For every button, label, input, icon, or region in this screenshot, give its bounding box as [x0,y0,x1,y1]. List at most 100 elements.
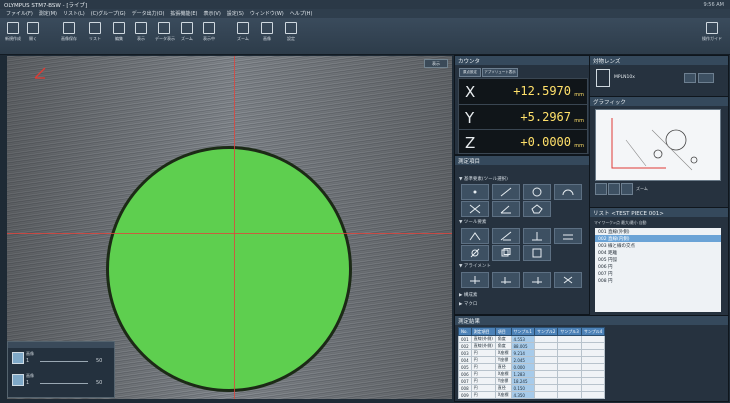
col-sample4[interactable]: サンプル4 [580,327,606,336]
section-reference[interactable]: ▼ 基準要素(ツール選択) [459,176,508,182]
table-row[interactable]: 002 直線(外側) 角度 88.005 [458,342,606,350]
list-item[interactable]: 007 円 [595,270,721,277]
open-button[interactable]: 開く [24,20,42,42]
image-button[interactable]: 画像 [258,20,276,42]
list-item[interactable]: 008 円 [595,277,721,284]
table-row[interactable]: 009 円 X座標 4.350 [458,391,606,399]
view-corner-button[interactable]: 表示 [424,59,448,68]
table-row[interactable]: 004 円 Y座標 2.045 [458,356,606,364]
graphics-canvas[interactable] [595,109,721,181]
perpendicular-tool-button[interactable] [523,228,551,244]
menu-window[interactable]: ウィンドウ(W) [250,10,284,17]
col-sample1[interactable]: サンプル1 [510,327,535,336]
settings-button[interactable]: 設定 [282,20,300,42]
section-tool[interactable]: ▼ ツール要素 [459,219,486,225]
mini-slider[interactable] [40,361,88,362]
menu-view[interactable]: 表示(V) [203,10,220,17]
parallel-tool-button[interactable] [554,228,582,244]
window-title: OLYMPUS STM7-BSW - [ライブ] [4,2,88,9]
arc-tool-button[interactable] [554,184,582,200]
section-macro[interactable]: ▶ マクロ [459,301,477,307]
list-subtitle: マイワーク>点 最大/最小 自動 [594,220,647,225]
origin-set-button[interactable]: 原点設定 [459,68,481,77]
align3-button[interactable] [523,272,551,288]
list-button[interactable]: リスト [86,20,104,42]
point-tool-button[interactable] [461,184,489,200]
table-row[interactable]: 007 円 Y座標 18.245 [458,377,606,385]
intersect-tool-button[interactable] [461,201,489,217]
copy-tool-button[interactable] [492,245,520,261]
menu-help[interactable]: ヘルプ(H) [290,10,313,17]
mini-slider[interactable] [40,383,88,384]
zoom-fit-button[interactable] [595,183,607,195]
copy-icon [501,248,511,257]
list-item-selected[interactable]: 002 直線(内側) [595,235,721,242]
edit-button[interactable]: 編集 [110,20,128,42]
table-row[interactable]: 006 円 X座標 1.283 [458,370,606,378]
col-sample2[interactable]: サンプル2 [533,327,559,336]
menu-file[interactable]: ファイル(F) [6,10,33,17]
new-button[interactable]: 新規作成 [4,20,22,42]
mini-row[interactable]: 画像 1 50 [12,372,110,390]
menu-settings[interactable]: 設定(S) [227,10,244,17]
list-item[interactable]: 001 直線(外側) [595,228,721,235]
polygon-icon [531,204,543,214]
list-item[interactable]: 005 円弧 [595,256,721,263]
zoom-in-button[interactable] [608,183,620,195]
align2-button[interactable] [492,272,520,288]
menu-measure[interactable]: 測定(M) [39,10,57,17]
table-row[interactable]: 001 直線(外側) 角度 4.553 [458,335,606,343]
edit-icon [113,22,125,34]
menu-data-output[interactable]: データ出力(O) [132,10,165,17]
section-construction[interactable]: ▶ 構成素 [459,292,477,298]
list-item[interactable]: 003 線と線の交点 [595,242,721,249]
menu-extensions[interactable]: 拡張機能(E) [170,10,197,17]
circle-tool-button[interactable] [523,184,551,200]
measured-circle[interactable] [106,146,352,392]
table-row[interactable]: 003 円 X座標 9.214 [458,349,606,357]
col-sample3[interactable]: サンプル3 [557,327,582,336]
data-display-button[interactable]: データ表示 [155,20,175,42]
menu-list[interactable]: リスト(L) [63,10,85,17]
col-item[interactable]: 測定項目 [470,327,496,336]
results-title: 測定結果 [455,316,728,325]
col-field[interactable]: 項目 [494,327,512,336]
clock: 9:56 AM [703,1,724,8]
align2-icon [501,277,511,284]
lens-button[interactable] [698,73,714,83]
results-table: No. 測定項目 項目 サンプル1 サンプル2 サンプル3 サンプル4 001 直… [458,327,606,399]
table-row[interactable]: 005 円直径 0.000 [458,363,606,371]
angle2-icon [500,231,512,241]
list-item[interactable]: 006 円 [595,263,721,270]
line-tool-button[interactable] [492,184,520,200]
list-panel: リスト <TEST PIECE 001> マイワーク>点 最大/最小 自動 00… [589,207,729,317]
section-alignment[interactable]: ▼ アライメント [459,263,491,269]
measurement-list[interactable]: 001 直線(外側) 002 直線(内側) 003 線と線の交点 004 距離 … [595,228,721,312]
distance-tool-button[interactable] [461,228,489,244]
showing-button[interactable]: 表示中 [200,20,218,42]
absolute-display-button[interactable]: アブソリュート表示 [482,68,518,77]
angle2-tool-button[interactable] [492,228,520,244]
list-icon [89,22,101,34]
display-button[interactable]: 表示 [132,20,150,42]
guide-icon [706,22,718,34]
menu-group[interactable]: (C)グループ(G) [91,10,126,17]
col-no[interactable]: No. [458,327,472,336]
align1-button[interactable] [461,272,489,288]
table-row[interactable]: 008 円直径 0.150 [458,384,606,392]
title-bar: OLYMPUS STM7-BSW - [ライブ] 9:56 AM [0,0,730,9]
angle-tool-button[interactable] [492,201,520,217]
box-tool-button[interactable] [523,245,551,261]
zoom2-button[interactable]: ズーム [234,20,252,42]
center-tool-button[interactable] [461,245,489,261]
lens-button[interactable] [684,73,696,83]
zoom-out-button[interactable] [621,183,633,195]
polygon-tool-button[interactable] [523,201,551,217]
guide-button[interactable]: 操作ガイド [700,20,724,42]
save-image-button[interactable]: 画像保存 [60,20,78,42]
data-icon [158,22,170,34]
align4-button[interactable] [554,272,582,288]
list-item[interactable]: 004 距離 [595,249,721,256]
zoom-button[interactable]: ズーム [178,20,196,42]
mini-row[interactable]: 画像 1 50 [12,350,110,368]
